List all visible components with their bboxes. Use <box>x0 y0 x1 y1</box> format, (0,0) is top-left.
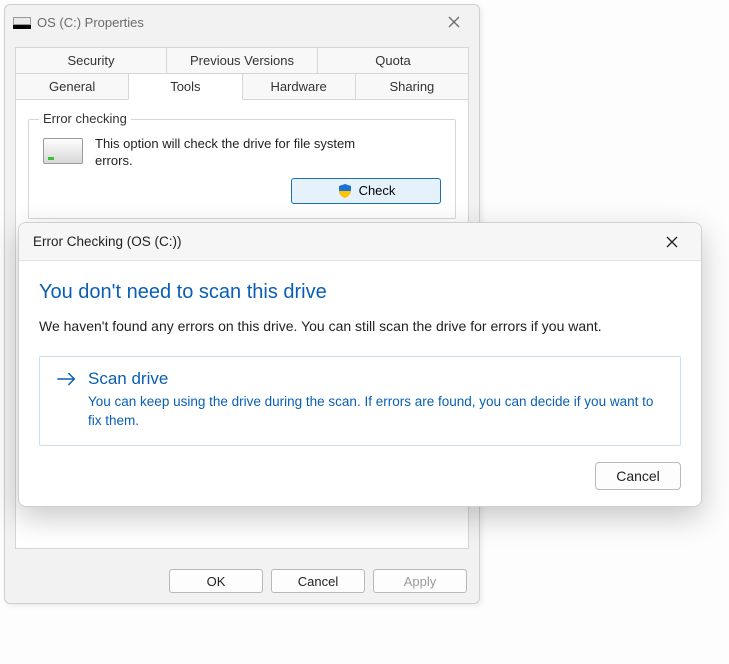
dialog-title: Error Checking (OS (C:)) <box>33 234 182 249</box>
drive-large-icon <box>43 138 83 164</box>
tab-hardware[interactable]: Hardware <box>242 73 356 100</box>
cancel-button[interactable]: Cancel <box>271 569 365 593</box>
check-button[interactable]: Check <box>291 178 441 204</box>
apply-button: Apply <box>373 569 467 593</box>
tab-tools[interactable]: Tools <box>128 73 242 100</box>
close-icon[interactable] <box>437 7 471 37</box>
tab-previous-versions[interactable]: Previous Versions <box>166 47 318 74</box>
tab-security[interactable]: Security <box>15 47 167 74</box>
properties-title: OS (C:) Properties <box>37 15 144 30</box>
dialog-heading: You don't need to scan this drive <box>39 281 681 304</box>
check-button-label: Check <box>359 183 396 198</box>
scan-drive-command[interactable]: Scan drive You can keep using the drive … <box>39 356 681 446</box>
tab-general[interactable]: General <box>15 73 129 100</box>
scan-drive-title: Scan drive <box>88 369 168 389</box>
tab-sharing[interactable]: Sharing <box>355 73 469 100</box>
dialog-body-text: We haven't found any errors on this driv… <box>39 318 681 334</box>
dialog-cancel-button[interactable]: Cancel <box>595 462 681 490</box>
error-checking-label: Error checking <box>39 111 131 126</box>
drive-icon <box>13 15 31 29</box>
scan-drive-description: You can keep using the drive during the … <box>56 393 664 431</box>
ok-button[interactable]: OK <box>169 569 263 593</box>
properties-footer: OK Cancel Apply <box>169 569 467 593</box>
error-checking-description: This option will check the drive for fil… <box>95 136 375 170</box>
error-checking-dialog: Error Checking (OS (C:)) You don't need … <box>18 222 702 507</box>
error-checking-group: Error checking This option will check th… <box>28 119 456 219</box>
dialog-titlebar: Error Checking (OS (C:)) <box>19 223 701 261</box>
close-icon[interactable] <box>657 227 687 257</box>
arrow-right-icon <box>56 371 78 387</box>
tab-quota[interactable]: Quota <box>317 47 469 74</box>
shield-icon <box>337 183 353 199</box>
properties-titlebar: OS (C:) Properties <box>5 5 479 39</box>
